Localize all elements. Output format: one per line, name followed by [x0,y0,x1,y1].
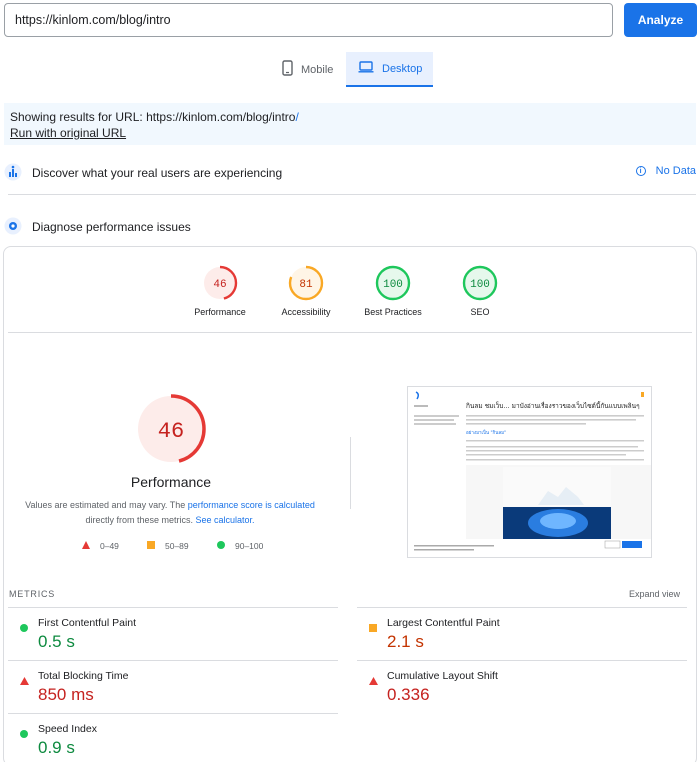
gauge-score: 100 [383,279,403,291]
see-calculator-link[interactable]: See calculator. [195,515,254,525]
gauge-performance[interactable]: 46 Performance [180,265,260,317]
square-icon [147,541,155,551]
run-original-link[interactable]: Run with original URL [10,126,126,140]
metric-name: First Contentful Paint [38,617,137,629]
metric-speed-index: Speed Index 0.9 s [8,713,338,762]
metric-value: 850 ms [38,685,94,704]
tab-mobile[interactable]: Mobile [274,52,344,87]
real-users-label: Discover what your real users are experi… [32,166,283,180]
metric-tbt: Total Blocking Time 850 ms [8,660,338,712]
estimate-note: Values are estimated and may vary. The p… [20,498,320,528]
fail-triangle-icon [369,672,378,690]
vertical-divider [350,437,351,509]
metric-value: 0.9 s [38,738,75,757]
performance-score: 46 [158,419,184,444]
metric-value: 0.5 s [38,632,75,651]
legend-range: 90–100 [235,541,264,551]
score-calculated-link[interactable]: performance score is calculated [188,500,315,510]
average-square-icon [369,619,377,637]
legend-range: 0–49 [100,541,119,551]
gauge-ring: 46 [202,265,238,301]
metric-lcp: Largest Contentful Paint 2.1 s [357,607,687,659]
laptop-icon [358,61,374,76]
triangle-icon [82,541,90,551]
legend-average: 50–89 [147,541,189,551]
legend-range: 50–89 [165,541,189,551]
performance-title: Performance [130,474,212,490]
metric-name: Total Blocking Time [38,670,129,682]
tab-desktop[interactable]: Desktop [346,52,433,87]
gauges-divider [8,332,692,333]
metric-value: 2.1 s [387,632,424,651]
metric-cls: Cumulative Layout Shift 0.336 [357,660,687,712]
metric-name: Largest Contentful Paint [387,617,500,629]
gauge-score: 46 [213,279,226,291]
gauge-label: Accessibility [281,307,331,317]
section-divider [8,194,696,195]
results-url-notice: Showing results for URL: https://kinlom.… [4,103,696,145]
gauge-accessibility[interactable]: 81 Accessibility [266,265,346,317]
notice-suffix: / [295,110,299,124]
url-input[interactable]: https://kinlom.com/blog/intro [4,3,613,37]
screenshot-heading: กินลม ชมเว็บ... มาบังอ่านเรื่องราวของเว็… [466,401,640,410]
lighthouse-icon [4,217,22,235]
gauge-ring: 100 [462,265,498,301]
gauge-score: 81 [299,279,313,291]
notice-url: https://kinlom.com/blog/intro [146,110,296,124]
diagnose-label: Diagnose performance issues [32,220,191,234]
legend-fail: 0–49 [82,541,119,551]
gauge-score: 100 [470,279,490,291]
notice-prefix: Showing results for URL: [10,110,147,124]
estimate-text: Values are estimated and may vary. The [25,500,188,510]
tab-label: Desktop [382,62,423,75]
gauge-label: Best Practices [364,307,422,317]
metric-value: 0.336 [387,685,430,704]
gauge-label: Performance [194,307,246,317]
diagnose-section-header: Diagnose performance issues [0,215,700,239]
pass-circle-icon [20,725,28,743]
expand-view-toggle[interactable]: Expand view [629,589,680,599]
users-chart-icon [4,163,22,181]
real-users-section-header[interactable]: Discover what your real users are experi… [0,161,700,185]
gauge-label: SEO [470,307,490,317]
gauge-ring: 81 [288,265,324,301]
fail-triangle-icon [20,672,29,690]
phone-icon [282,60,293,79]
pass-circle-icon [20,619,28,637]
tab-label: Mobile [301,63,334,76]
info-icon: i [635,166,646,176]
metric-fcp: First Contentful Paint 0.5 s [8,607,338,659]
performance-gauge: 46 [136,394,206,464]
gauge-seo[interactable]: 100 SEO [440,265,520,317]
analyze-button[interactable]: Analyze [624,3,697,37]
no-data-label: No Data [655,165,696,177]
screenshot-image: กินลม ชมเว็บ... มาบังอ่านเรื่องราวของเว็… [408,387,651,557]
legend-pass: 90–100 [217,541,263,551]
metric-name: Speed Index [38,723,97,735]
estimate-text: directly from these metrics. [85,515,196,525]
page-screenshot: กินลม ชมเว็บ... มาบังอ่านเรื่องราวของเว็… [407,386,652,558]
no-data-indicator[interactable]: i No Data [635,165,696,177]
gauge-best-practices[interactable]: 100 Best Practices [353,265,433,317]
gauge-ring: 100 [375,265,411,301]
metric-name: Cumulative Layout Shift [387,670,498,682]
circle-icon [217,541,225,551]
metrics-heading: METRICS [9,589,56,599]
